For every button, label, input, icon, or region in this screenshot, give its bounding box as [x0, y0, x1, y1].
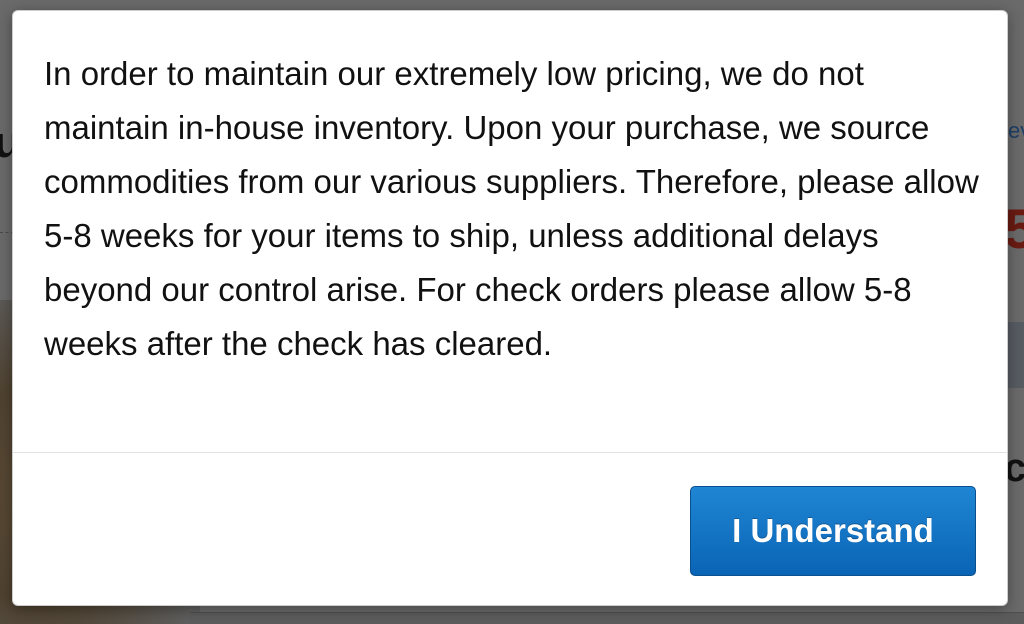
i-understand-button[interactable]: I Understand [690, 486, 976, 576]
shipping-notice-modal: In order to maintain our extremely low p… [12, 10, 1008, 606]
background-panel [1008, 322, 1024, 388]
background-link-fragment: ev [1008, 118, 1024, 143]
shipping-notice-message: In order to maintain our extremely low p… [44, 55, 979, 362]
modal-footer-divider [13, 452, 1007, 453]
background-footer-strip [190, 612, 1024, 624]
